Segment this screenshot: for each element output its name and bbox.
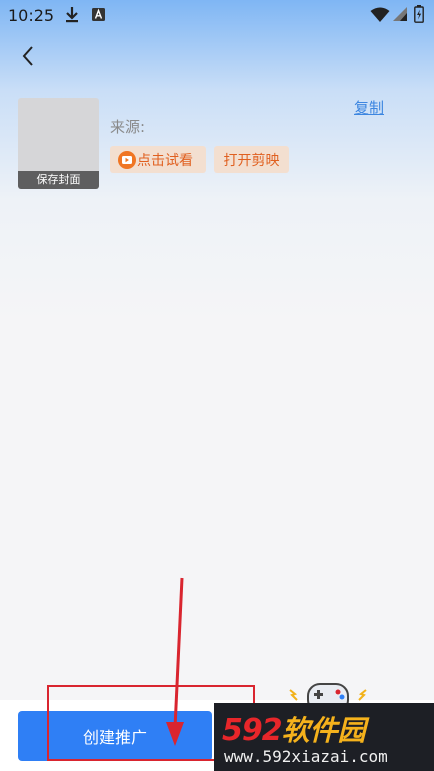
create-promotion-button[interactable]: 创建推广 [18, 711, 212, 761]
download-icon [66, 7, 78, 23]
status-bar: 10:25 [0, 0, 434, 30]
play-icon [118, 150, 136, 169]
signal-icon [393, 7, 407, 21]
watermark-logo: 592软件园 www.592xiazai.com [214, 703, 434, 771]
watermark-url: www.592xiazai.com [224, 747, 388, 766]
open-jianying-button[interactable]: 打开剪映 [214, 146, 289, 173]
copy-link[interactable]: 复制 [354, 97, 384, 118]
cover-thumbnail[interactable]: 保存封面 [18, 98, 99, 189]
battery-icon [414, 5, 424, 23]
open-jianying-label: 打开剪映 [223, 152, 280, 169]
back-button[interactable] [10, 38, 46, 74]
source-label: 来源: [110, 118, 146, 136]
watermark-brand: 592软件园 [222, 709, 366, 749]
chevron-left-icon [22, 46, 33, 66]
watermark-brand-text: 软件园 [281, 714, 366, 747]
watermark-brand-number: 592 [222, 713, 283, 748]
preview-button-label: 点击试看 [137, 152, 193, 169]
keyboard-a-icon [92, 8, 105, 21]
preview-button[interactable]: 点击试看 [110, 146, 206, 173]
wifi-icon [370, 7, 390, 22]
save-cover-button[interactable]: 保存封面 [18, 171, 99, 189]
status-time: 10:25 [8, 6, 55, 25]
